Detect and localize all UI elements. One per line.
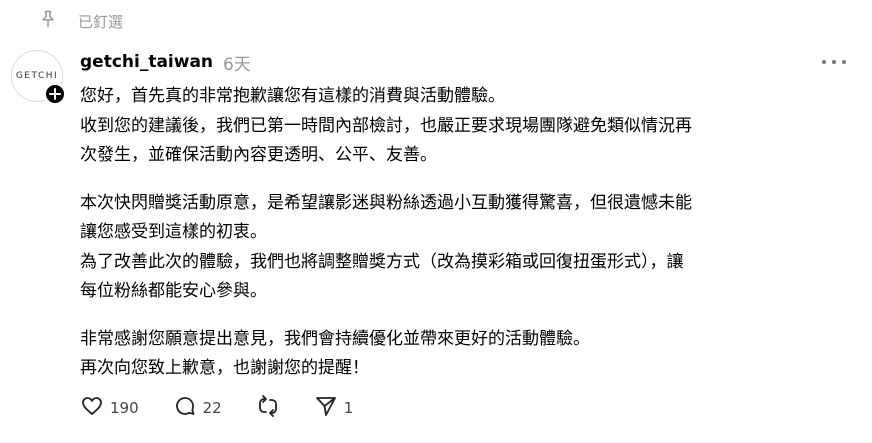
post-card: 已釘選 GETCHI getchi_taiwan 6天 您好，首先真的非常抱歉讓… bbox=[0, 0, 872, 443]
repost-icon bbox=[256, 394, 280, 422]
post-line: 收到您的建議後，我們已第一時間內部檢討，也嚴正要求現場團隊避免類似情況再 bbox=[80, 115, 692, 136]
send-icon bbox=[314, 394, 338, 422]
post-line: 為了改善此次的體驗，我們也將調整贈獎方式（改為摸彩箱或回復扭蛋形式），讓 bbox=[80, 251, 684, 272]
post-line: 您好，首先真的非常抱歉讓您有這樣的消費與活動體驗。 bbox=[80, 86, 505, 106]
more-icon-dot bbox=[832, 60, 836, 64]
post-body: 您好，首先真的非常抱歉讓您有這樣的消費與活動體驗。 收到您的建議後，我們已第一時… bbox=[80, 82, 850, 384]
post-line: 次發生，並確保活動內容更透明、公平、友善。 bbox=[80, 145, 437, 165]
post-line: 每位粉絲都能安心參與。 bbox=[80, 281, 267, 301]
post-header: getchi_taiwan 6天 bbox=[80, 48, 850, 76]
username[interactable]: getchi_taiwan bbox=[80, 52, 213, 72]
more-icon-dot bbox=[822, 60, 826, 64]
pin-icon bbox=[38, 9, 58, 33]
pinned-indicator: 已釘選 bbox=[38, 9, 123, 33]
heart-icon bbox=[80, 394, 104, 422]
avatar[interactable]: GETCHI bbox=[11, 50, 66, 105]
pinned-label: 已釘選 bbox=[78, 12, 124, 31]
share-button[interactable]: 1 bbox=[314, 394, 354, 422]
comment-count: 22 bbox=[202, 399, 222, 417]
post-actions: 190 22 1 bbox=[80, 394, 387, 422]
post-line: 讓您感受到這樣的初衷。 bbox=[80, 222, 267, 242]
avatar-logo-text: GETCHI bbox=[15, 71, 59, 81]
like-count: 190 bbox=[110, 399, 139, 417]
post-line: 非常感謝您願意提出意見，我們會持續優化並帶來更好的活動體驗。 bbox=[80, 328, 590, 349]
follow-button[interactable] bbox=[44, 83, 66, 105]
repost-button[interactable] bbox=[256, 394, 280, 422]
post-time[interactable]: 6天 bbox=[223, 50, 251, 75]
post-line: 再次向您致上歉意，也謝謝您的提醒！ bbox=[80, 358, 369, 378]
more-icon-dot bbox=[842, 60, 846, 64]
like-button[interactable]: 190 bbox=[80, 394, 139, 422]
plus-icon bbox=[49, 85, 61, 104]
comment-button[interactable]: 22 bbox=[173, 394, 222, 422]
share-count: 1 bbox=[343, 399, 354, 417]
post-line: 本次快閃贈獎活動原意，是希望讓影迷與粉絲透過小互動獲得驚喜，但很遺憾未能 bbox=[80, 192, 692, 213]
comment-icon bbox=[173, 394, 197, 422]
more-options-button[interactable] bbox=[822, 52, 846, 72]
